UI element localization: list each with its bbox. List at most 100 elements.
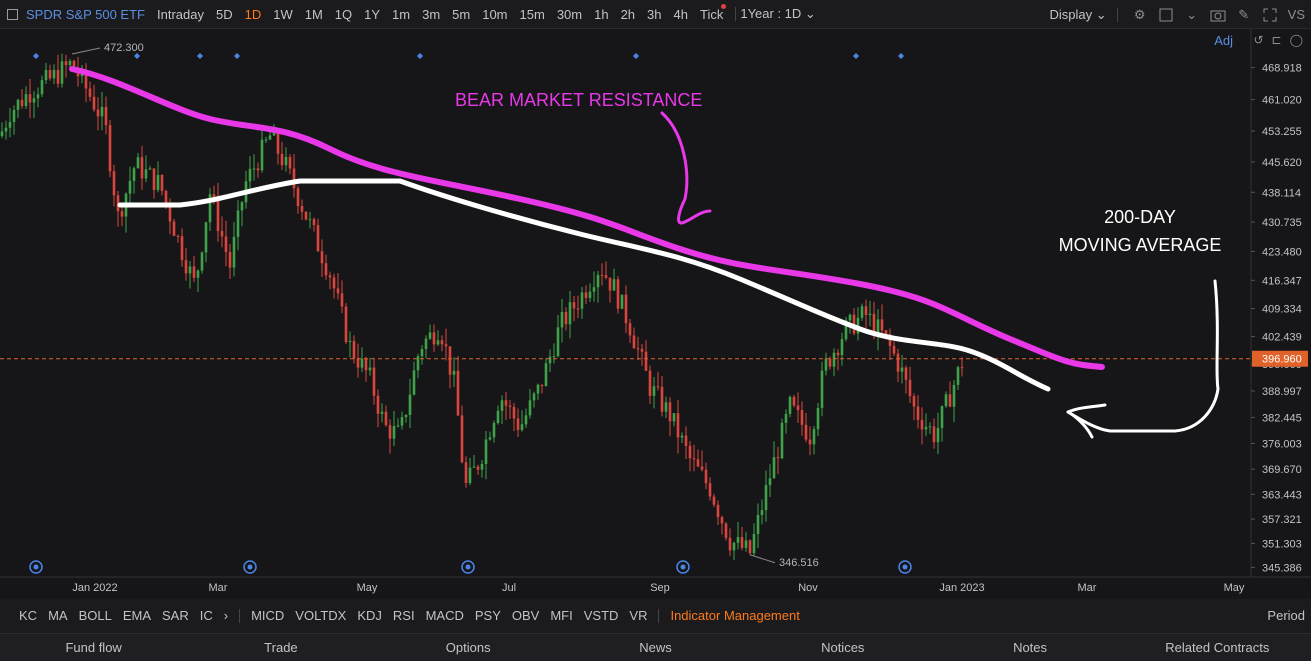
tab-timeframe[interactable]: 3m xyxy=(422,7,440,22)
candle-body xyxy=(836,352,840,356)
candle-body xyxy=(488,437,492,440)
right-tools: Display ⌄ ⚙ ⌄ ✎ VS xyxy=(1050,0,1306,29)
tab-timeframe[interactable]: 1D xyxy=(245,7,262,22)
tab-related-contracts[interactable]: Related Contracts xyxy=(1124,640,1311,655)
candle-body xyxy=(568,302,572,325)
candle-body xyxy=(200,252,204,271)
window-icon[interactable] xyxy=(7,8,18,20)
candle-body xyxy=(832,352,836,367)
indicator-ema[interactable]: EMA xyxy=(123,608,151,623)
tab-timeframe[interactable]: 3h xyxy=(647,7,661,22)
time-axis-label: Mar xyxy=(209,582,228,594)
tab-timeframe[interactable]: 10m xyxy=(482,7,507,22)
undo-icon[interactable]: ↺ xyxy=(1253,33,1263,47)
adj-toggle[interactable]: Adj xyxy=(1214,33,1233,48)
candle-body xyxy=(32,98,36,103)
indicator-kc[interactable]: KC xyxy=(19,608,37,623)
vs-compare-button[interactable]: VS xyxy=(1288,7,1305,22)
candle-body xyxy=(140,157,144,179)
candle-body xyxy=(672,413,676,422)
tab-timeframe[interactable]: 1m xyxy=(392,7,410,22)
indicator-mfi[interactable]: MFI xyxy=(550,608,572,623)
candle-body xyxy=(912,396,916,407)
period-button[interactable]: Period xyxy=(1267,608,1305,623)
price-tick-label: 376.003 xyxy=(1262,438,1302,450)
indicator-obv[interactable]: OBV xyxy=(512,608,539,623)
tab-timeframe[interactable]: 1Y xyxy=(364,7,380,22)
price-tick-label: 382.445 xyxy=(1262,412,1302,424)
event-circle-dot xyxy=(465,564,471,570)
candle-body xyxy=(484,439,488,464)
tab-timeframe[interactable]: Tick xyxy=(700,3,727,22)
indicator-ma[interactable]: MA xyxy=(48,608,68,623)
candle-body xyxy=(68,61,72,66)
tab-timeframe[interactable]: 15m xyxy=(520,7,545,22)
tab-timeframe[interactable]: 1W xyxy=(273,7,293,22)
tab-news[interactable]: News xyxy=(562,640,749,655)
indicator-psy[interactable]: PSY xyxy=(475,608,501,623)
chevron-down-icon: ⌄ xyxy=(804,6,816,21)
symbol-name[interactable]: SPDR S&P 500 ETF xyxy=(26,7,145,22)
tab-timeframe[interactable]: 5D xyxy=(216,7,233,22)
candle-body xyxy=(928,426,932,428)
indicator-macd[interactable]: MACD xyxy=(426,608,464,623)
price-tick-label: 445.620 xyxy=(1262,157,1302,169)
candle-body xyxy=(940,406,944,429)
gear-icon[interactable]: ⚙ xyxy=(1132,7,1148,23)
indicator-rsi[interactable]: RSI xyxy=(393,608,415,623)
candle-body xyxy=(0,131,4,137)
pencil-icon[interactable]: ✎ xyxy=(1236,7,1252,23)
price-chart[interactable]: 468.918 461.020 453.255 445.620 438.114 430.7… xyxy=(0,29,1311,599)
tab-fund-flow[interactable]: Fund flow xyxy=(0,640,187,655)
candle-body xyxy=(392,426,396,439)
candle-body xyxy=(284,156,288,166)
camera-icon[interactable] xyxy=(1210,7,1226,23)
tab-notices[interactable]: Notices xyxy=(749,640,936,655)
time-axis-label: Nov xyxy=(798,582,818,594)
chevron-down-icon[interactable]: ⌄ xyxy=(1184,7,1200,23)
bottom-tabs: Fund flow Trade Options News Notices Notes Rel… xyxy=(0,633,1311,661)
tab-timeframe[interactable]: 30m xyxy=(557,7,582,22)
candle-body xyxy=(552,356,556,358)
tab-options[interactable]: Options xyxy=(375,640,562,655)
candle-body xyxy=(372,367,376,396)
tab-timeframe[interactable]: Intraday xyxy=(157,7,204,22)
indicator-vr[interactable]: VR xyxy=(629,608,647,623)
layout-icon[interactable] xyxy=(1158,7,1174,23)
tab-timeframe[interactable]: 5m xyxy=(452,7,470,22)
indicator-ic[interactable]: IC xyxy=(200,608,213,623)
candle-body xyxy=(924,426,928,430)
price-tick-label: 416.347 xyxy=(1262,275,1302,287)
candle-body xyxy=(184,260,188,274)
indicator-management-button[interactable]: Indicator Management xyxy=(670,608,799,623)
range-select[interactable]: 1Year : 1D ⌄ xyxy=(740,6,815,22)
indicator-vstd[interactable]: VSTD xyxy=(584,608,619,623)
indicator-micd[interactable]: MICD xyxy=(251,608,284,623)
candle-body xyxy=(240,202,244,211)
indicator-kdj[interactable]: KDJ xyxy=(357,608,382,623)
tab-trade[interactable]: Trade xyxy=(187,640,374,655)
indicator-sar[interactable]: SAR xyxy=(162,608,189,623)
circle-icon[interactable]: ◯ xyxy=(1290,33,1303,47)
tab-timeframe[interactable]: 2h xyxy=(621,7,635,22)
candle-body xyxy=(636,348,640,350)
fullscreen-icon[interactable] xyxy=(1262,7,1278,23)
tab-timeframe[interactable]: 4h xyxy=(674,7,688,22)
candle-body xyxy=(248,168,252,182)
candle-body xyxy=(632,335,636,349)
candle-body xyxy=(804,424,808,440)
time-axis-label: May xyxy=(357,582,378,594)
chevron-right-icon[interactable]: › xyxy=(224,608,228,623)
candle-body xyxy=(420,349,424,357)
indicator-voltdx[interactable]: VOLTDX xyxy=(295,608,346,623)
tab-timeframe[interactable]: 1M xyxy=(305,7,323,22)
tab-timeframe[interactable]: 1h xyxy=(594,7,608,22)
indicator-boll[interactable]: BOLL xyxy=(79,608,112,623)
display-button[interactable]: Display ⌄ xyxy=(1050,7,1107,23)
tab-timeframe[interactable]: 1Q xyxy=(335,7,352,22)
candle-body xyxy=(612,279,616,291)
reset-icon[interactable]: ⊏ xyxy=(1272,33,1282,47)
candle-body xyxy=(216,197,220,232)
candle-body xyxy=(456,370,460,416)
tab-notes[interactable]: Notes xyxy=(936,640,1123,655)
